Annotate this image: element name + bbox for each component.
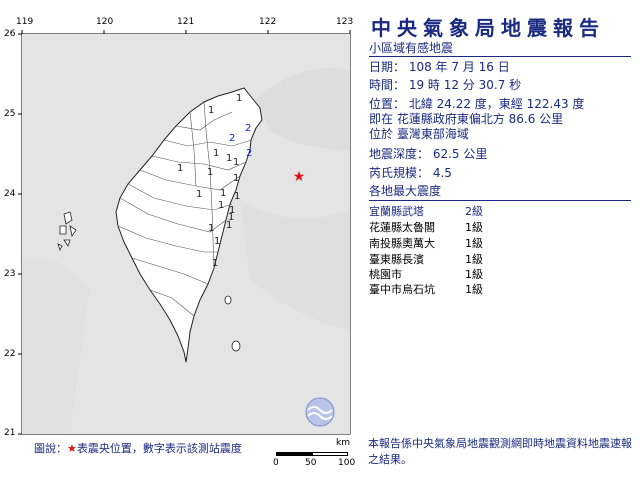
scale-label: 100 xyxy=(338,458,356,468)
station-intensity-mark: 1 xyxy=(226,153,232,164)
station-level: 1級 xyxy=(465,237,483,250)
scale-segment xyxy=(276,452,312,456)
intensity-header: 各地最大震度 xyxy=(369,184,442,198)
divider xyxy=(369,200,631,201)
station-intensity-mark: 1 xyxy=(218,200,224,211)
scale-unit: km xyxy=(336,438,350,448)
lon-tick-label: 120 xyxy=(96,17,114,27)
intensity-row: 臺東縣長濱 1級 xyxy=(369,251,483,267)
cwb-logo xyxy=(305,397,335,427)
station-intensity-mark: 1 xyxy=(233,157,239,168)
station-intensity-mark: 1 xyxy=(196,189,202,200)
station-intensity-mark: 1 xyxy=(177,163,183,174)
lat-tick-label: 25 xyxy=(4,109,16,119)
report-note: 本報告係中央氣象局地震觀測網即時地震資料地震速報之結果。 xyxy=(368,437,632,466)
location-region: 位於 臺灣東部海域 xyxy=(369,127,469,141)
station-level: 1級 xyxy=(465,253,483,266)
report-panel: 中央氣象局地震報告 小區域有感地震 日期： 108 年 7 月 16 日 時間：… xyxy=(355,0,640,480)
station-level: 1級 xyxy=(465,221,483,234)
lat-tick-label: 21 xyxy=(4,428,16,438)
report-magnitude: 芮氏規模： 4.5 xyxy=(369,166,452,180)
station-intensity-mark: 1 xyxy=(226,220,232,231)
scale-bar: km 0 50 100 xyxy=(272,438,356,468)
legend-prefix: 圖說： xyxy=(34,442,67,455)
map-legend: 圖說：★表震央位置，數字表示該測站震度 xyxy=(34,440,242,456)
station-intensity-mark: 1 xyxy=(208,223,214,234)
station-intensity-mark: 1 xyxy=(234,191,240,202)
station-name: 臺中市烏石坑 xyxy=(369,283,435,296)
report-subtitle: 小區域有感地震 xyxy=(369,41,454,55)
lat-tick-label: 26 xyxy=(4,29,16,39)
intensity-row: 花蓮縣太魯閣 1級 xyxy=(369,219,483,235)
station-intensity-mark: 1 xyxy=(233,173,239,184)
legend-text: 表震央位置，數字表示該測站震度 xyxy=(76,442,242,455)
station-intensity-mark: 2 xyxy=(229,133,235,144)
green-island xyxy=(224,295,232,305)
station-name: 南投縣奧萬大 xyxy=(369,237,435,250)
intensity-row: 臺中市烏石坑 1級 xyxy=(369,281,483,297)
report-title: 中央氣象局地震報告 xyxy=(371,16,605,40)
station-intensity-mark: 1 xyxy=(220,188,226,199)
epicenter-star-icon: ★ xyxy=(293,169,306,185)
station-intensity-mark: 1 xyxy=(207,167,213,178)
station-intensity-mark: 2 xyxy=(245,123,251,134)
station-intensity-mark: 1 xyxy=(212,258,218,269)
station-name: 臺東縣長濱 xyxy=(369,253,424,266)
location-relative: 即在 花蓮縣政府東偏北方 86.6 公里 xyxy=(369,112,564,126)
lon-tick-label: 123 xyxy=(336,17,354,27)
station-intensity-mark: 2 xyxy=(246,148,252,159)
lat-tick-label: 22 xyxy=(4,349,16,359)
station-intensity-mark: 1 xyxy=(213,148,219,159)
lon-tick-label: 119 xyxy=(16,17,34,27)
intensity-row: 桃園市 1級 xyxy=(369,266,483,282)
station-intensity-mark: 1 xyxy=(208,105,214,116)
scale-segment xyxy=(312,452,348,456)
report-date: 日期： 108 年 7 月 16 日 xyxy=(369,60,510,74)
scale-label: 0 xyxy=(273,458,279,468)
report-time: 時間： 19 時 12 分 30.7 秒 xyxy=(369,78,522,92)
report-depth: 地震深度： 62.5 公里 xyxy=(369,147,488,161)
lat-tick-label: 23 xyxy=(4,269,16,279)
station-name: 花蓮縣太魯閣 xyxy=(369,221,435,234)
lat-tick-label: 24 xyxy=(4,189,16,199)
station-intensity-mark: 1 xyxy=(236,93,242,104)
scale-label: 50 xyxy=(305,458,317,468)
intensity-row: 宜蘭縣武塔 2級 xyxy=(369,203,483,219)
station-name: 桃園市 xyxy=(369,268,402,281)
station-name: 宜蘭縣武塔 xyxy=(369,205,424,218)
station-intensity-mark: 1 xyxy=(214,236,220,247)
lon-tick-label: 122 xyxy=(259,17,277,27)
divider xyxy=(369,56,631,57)
station-level: 1級 xyxy=(465,268,483,281)
earthquake-map: 11221 1 11 111 1 11 1111112 ★ xyxy=(18,30,351,435)
station-level: 1級 xyxy=(465,283,483,296)
station-level: 2級 xyxy=(465,205,483,218)
orchid-island xyxy=(231,340,241,352)
lon-tick-label: 121 xyxy=(177,17,195,27)
intensity-row: 南投縣奧萬大 1級 xyxy=(369,235,483,251)
legend-star-icon: ★ xyxy=(67,442,77,455)
location-coords: 位置： 北緯 24.22 度，東經 122.43 度 xyxy=(369,97,585,111)
